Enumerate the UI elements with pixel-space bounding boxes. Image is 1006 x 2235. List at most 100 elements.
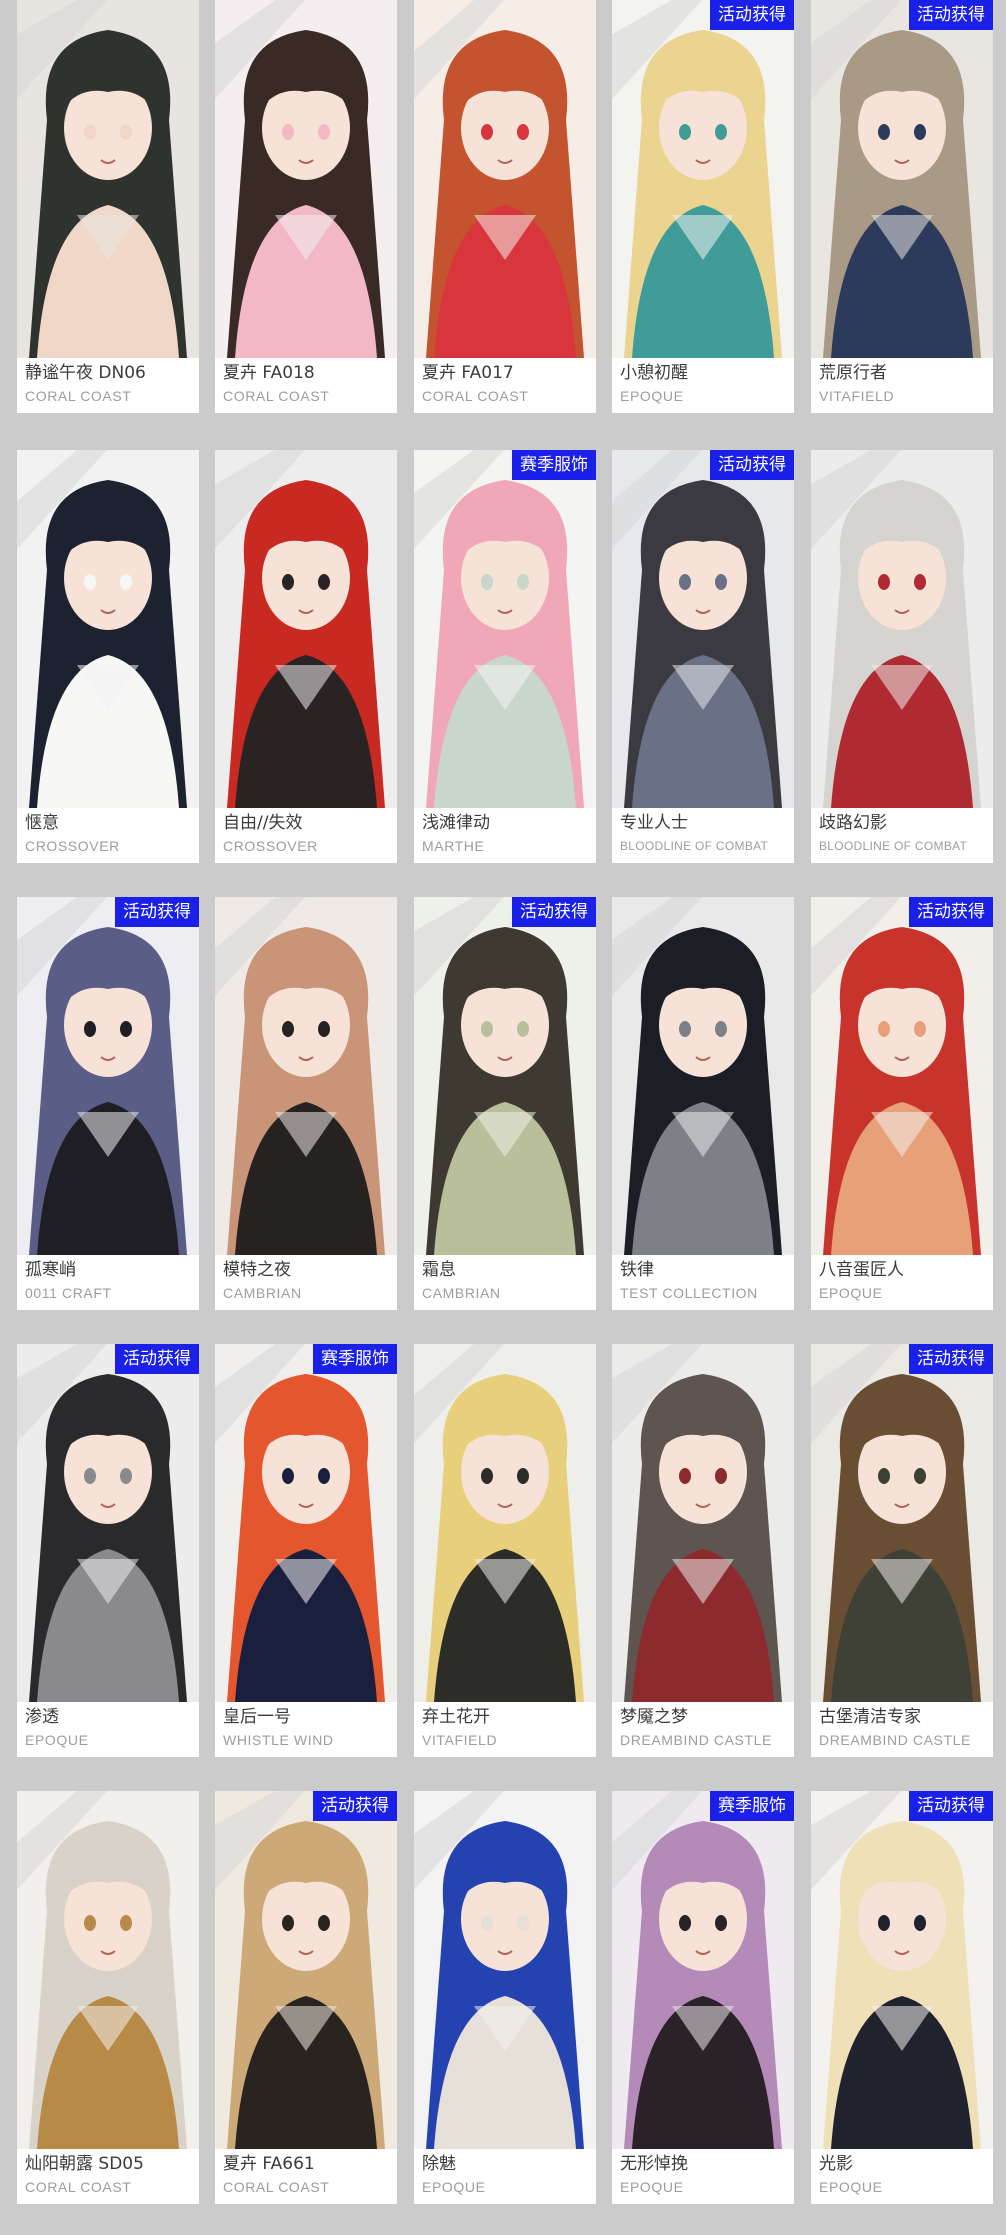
skin-brand: BLOODLINE OF COMBAT [620, 839, 769, 853]
skin-card[interactable]: 活动获得专业人士 BLOODLINE OF COMBAT [612, 450, 794, 863]
skin-brand: VITAFIELD [819, 388, 895, 404]
skin-name: 夏卉 FA017 [422, 363, 514, 383]
skin-art [811, 450, 993, 808]
skin-art [17, 1344, 199, 1702]
skin-name: 无形悼挽 [620, 2154, 688, 2174]
skin-card[interactable]: 模特之夜 CAMBRIAN [215, 897, 397, 1310]
skin-art [414, 0, 596, 358]
skin-brand: EPOQUE [620, 2179, 684, 2195]
skin-card[interactable]: 活动获得 渗透 EPOQUE [17, 1344, 199, 1757]
skin-art [17, 0, 199, 358]
skin-illustration [612, 897, 794, 1255]
skin-illustration [414, 1344, 596, 1702]
skin-card[interactable]: 惬意 CROSSOVER [17, 450, 199, 863]
skin-name: 惬意 [25, 813, 59, 833]
skin-illustration [414, 450, 596, 808]
skin-name: 除魅 [422, 2154, 456, 2174]
skin-art [811, 0, 993, 358]
skin-name: 皇后一号 [223, 1707, 291, 1727]
skin-brand: EPOQUE [819, 1285, 883, 1301]
skin-illustration [215, 897, 397, 1255]
skin-card[interactable]: 梦魇之梦 DREAMBIND CASTLE [612, 1344, 794, 1757]
skin-name: 自由//失效 [223, 813, 303, 833]
skin-art [612, 0, 794, 358]
skin-brand: DREAMBIND CASTLE [620, 1732, 772, 1748]
skin-name: 弃土花开 [422, 1707, 490, 1727]
skin-card[interactable]: 活动获得 小憩初醒 EPOQUE [612, 0, 794, 413]
skin-art [414, 1344, 596, 1702]
skin-name: 梦魇之梦 [620, 1707, 688, 1727]
skin-card[interactable]: 自由//失效 CROSSOVER [215, 450, 397, 863]
skin-card[interactable]: 活动获得 荒原行者 VITAFIELD [811, 0, 993, 413]
skin-art [215, 450, 397, 808]
skin-card[interactable]: 活动获得 古堡清洁专家 DREAMBIND CASTLE [811, 1344, 993, 1757]
source-badge: 活动获得 [115, 1344, 199, 1374]
skin-art [811, 897, 993, 1255]
skin-brand: EPOQUE [422, 2179, 486, 2195]
skin-card[interactable]: 歧路幻影 BLOODLINE OF COMBAT [811, 450, 993, 863]
skin-card[interactable]: 活动获得 光影 EPOQUE [811, 1791, 993, 2204]
skin-illustration [17, 0, 199, 358]
skin-illustration [17, 1344, 199, 1702]
skin-name: 小憩初醒 [620, 363, 688, 383]
skin-name: 八音蛋匠人 [819, 1260, 904, 1280]
skin-brand: CORAL COAST [25, 2179, 132, 2195]
skin-art [612, 897, 794, 1255]
skin-name: 渗透 [25, 1707, 59, 1727]
skin-art [612, 450, 794, 808]
skin-name: 夏卉 FA018 [223, 363, 315, 383]
skin-illustration [215, 1344, 397, 1702]
skin-illustration [215, 450, 397, 808]
skin-card[interactable]: 活动获得 孤寒峭 0011 CRAFT [17, 897, 199, 1310]
skin-brand: BLOODLINE OF COMBAT [819, 839, 968, 853]
skin-brand: CROSSOVER [223, 838, 318, 854]
source-badge: 赛季服饰 [512, 450, 596, 480]
skin-card[interactable]: 灿阳朝露 SD05 CORAL COAST [17, 1791, 199, 2204]
skin-name: 孤寒峭 [25, 1260, 76, 1280]
source-badge: 活动获得 [512, 897, 596, 927]
skin-card[interactable]: 活动获得八音蛋匠人 EPOQUE [811, 897, 993, 1310]
source-badge: 活动获得 [909, 897, 993, 927]
skin-name: 荒原行者 [819, 363, 887, 383]
skin-art [215, 1344, 397, 1702]
skin-art [17, 897, 199, 1255]
skin-illustration [811, 897, 993, 1255]
skin-card[interactable]: 活动获得 夏卉 FA661 CORAL COAST [215, 1791, 397, 2204]
source-badge: 活动获得 [710, 450, 794, 480]
skin-brand: TEST COLLECTION [620, 1285, 758, 1301]
skin-card[interactable]: 夏卉 FA017 CORAL COAST [414, 0, 596, 413]
skin-illustration [215, 1791, 397, 2149]
skin-card[interactable]: 铁律 TEST COLLECTION [612, 897, 794, 1310]
skin-name: 模特之夜 [223, 1260, 291, 1280]
skin-name: 夏卉 FA661 [223, 2154, 315, 2174]
skin-name: 霜息 [422, 1260, 456, 1280]
skin-card[interactable]: 活动获得霜息 CAMBRIAN [414, 897, 596, 1310]
skin-brand: CAMBRIAN [422, 1285, 501, 1301]
skin-card[interactable]: 赛季服饰 浅滩律动 MARTHE [414, 450, 596, 863]
source-badge: 活动获得 [115, 897, 199, 927]
skin-art [414, 897, 596, 1255]
skin-illustration [17, 897, 199, 1255]
skin-illustration [811, 1344, 993, 1702]
skin-card[interactable]: 弃土花开 VITAFIELD [414, 1344, 596, 1757]
skin-art [811, 1344, 993, 1702]
skin-card[interactable]: 静谧午夜 DN06 CORAL COAST [17, 0, 199, 413]
skin-art [215, 1791, 397, 2149]
skin-card[interactable]: 赛季服饰 皇后一号 WHISTLE WIND [215, 1344, 397, 1757]
skin-card[interactable]: 赛季服饰 无形悼挽 EPOQUE [612, 1791, 794, 2204]
skin-illustration [612, 1791, 794, 2149]
skin-name: 静谧午夜 DN06 [25, 363, 146, 383]
skin-brand: DREAMBIND CASTLE [819, 1732, 971, 1748]
skin-card[interactable]: 除魅 EPOQUE [414, 1791, 596, 2204]
source-badge: 活动获得 [909, 1791, 993, 1821]
skin-brand: CORAL COAST [25, 388, 132, 404]
skin-card[interactable]: 夏卉 FA018 CORAL COAST [215, 0, 397, 413]
skin-art [215, 897, 397, 1255]
skin-name: 古堡清洁专家 [819, 1707, 921, 1727]
skin-brand: VITAFIELD [422, 1732, 498, 1748]
source-badge: 活动获得 [710, 0, 794, 30]
skin-illustration [17, 1791, 199, 2149]
skin-name: 专业人士 [620, 813, 688, 833]
skin-illustration [17, 450, 199, 808]
source-badge: 赛季服饰 [313, 1344, 397, 1374]
